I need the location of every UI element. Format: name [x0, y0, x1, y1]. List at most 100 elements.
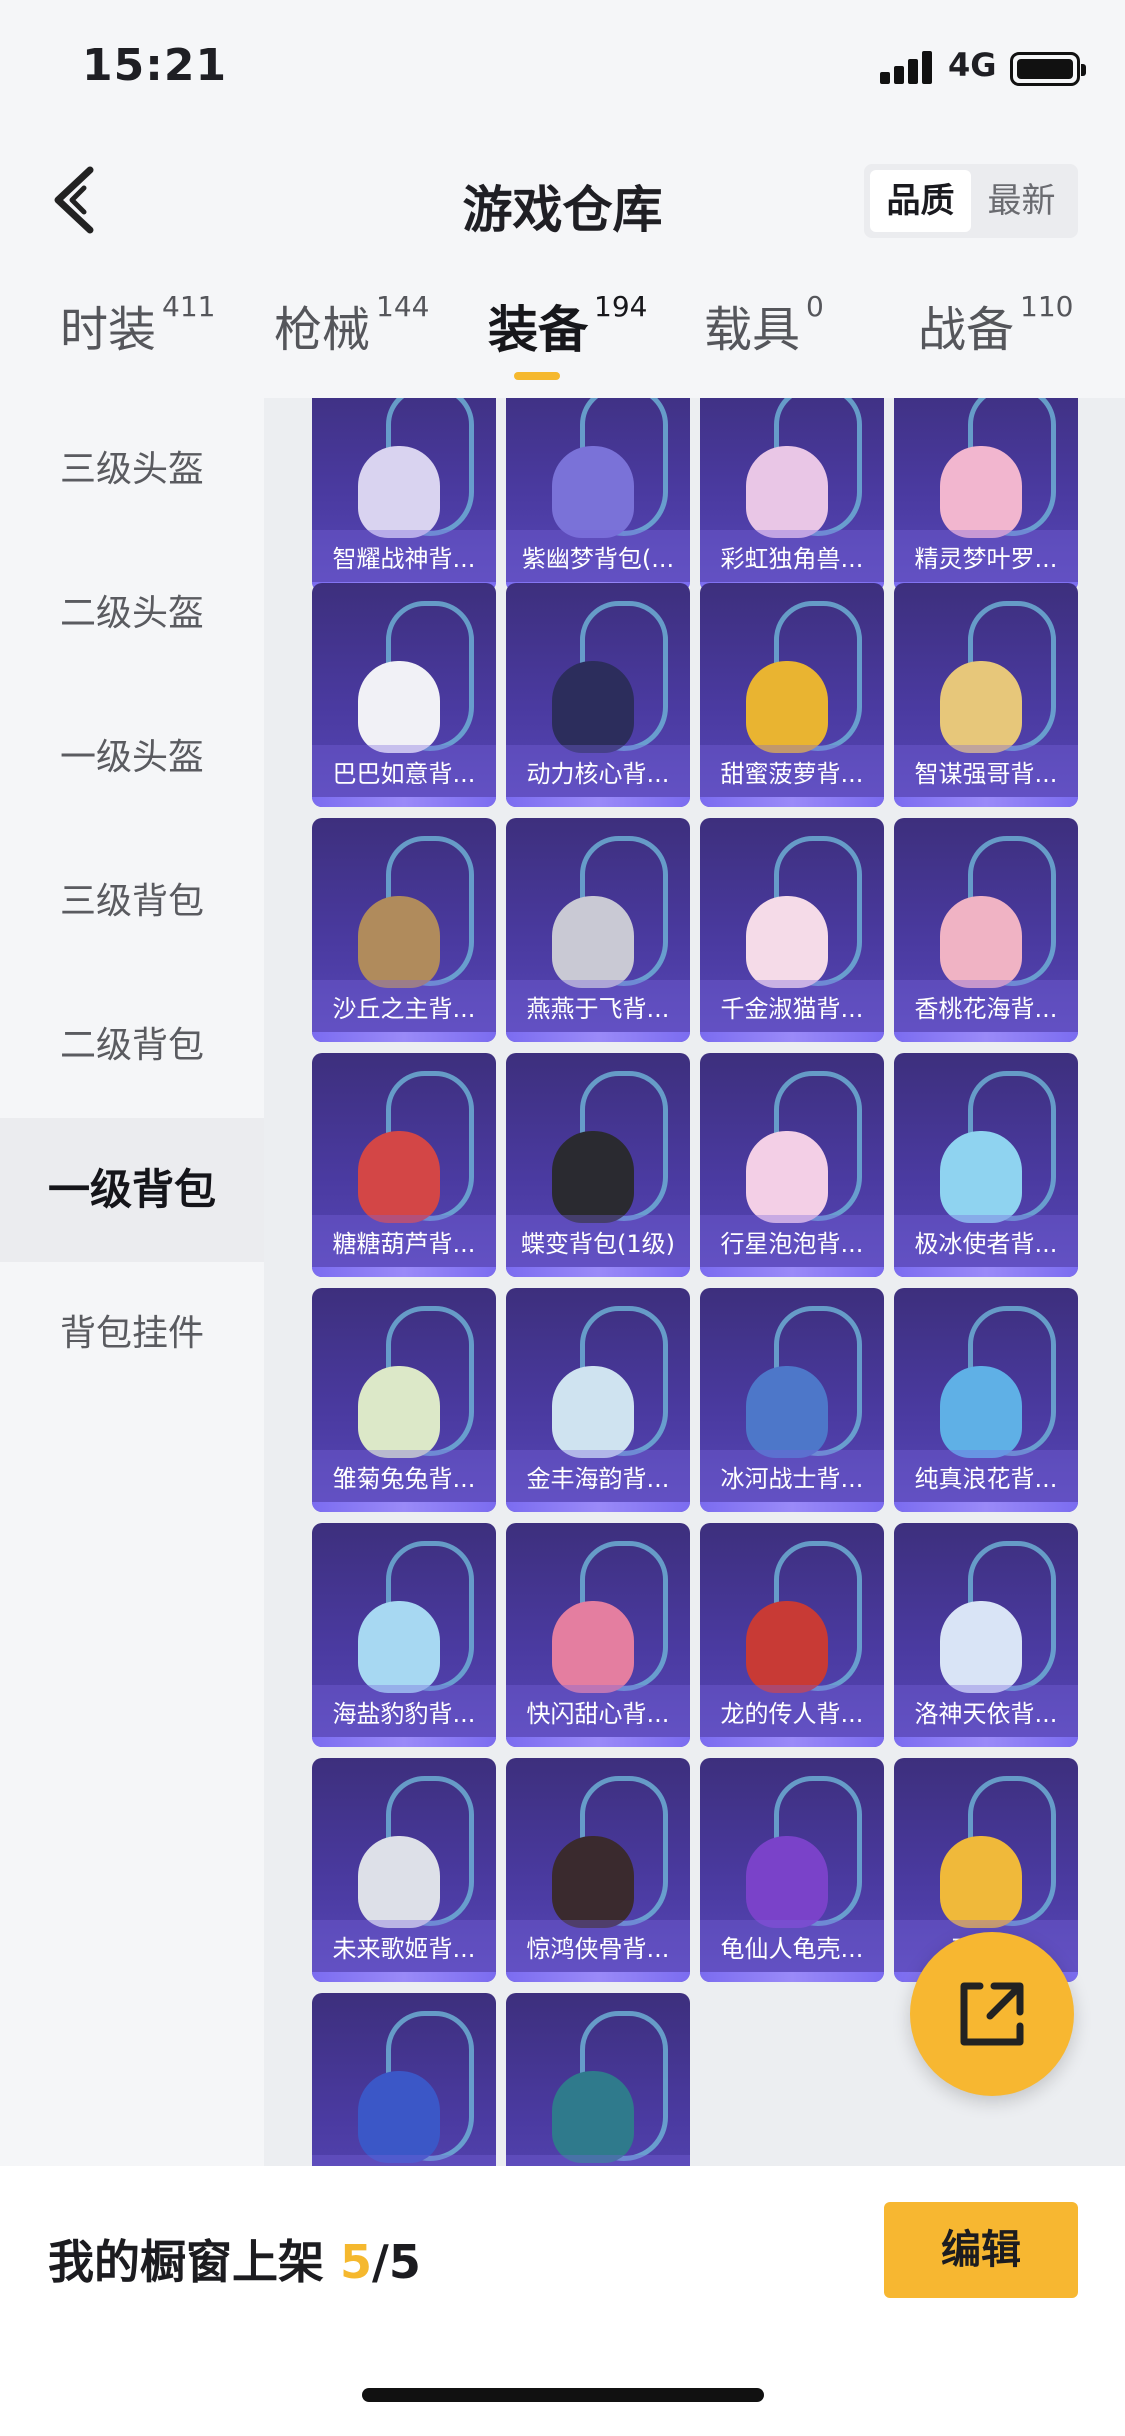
backpack-icon	[940, 1601, 1022, 1693]
tab-label: 装备	[488, 301, 588, 359]
item-card[interactable]: 惊鸿侠骨背...	[506, 1758, 690, 1982]
rarity-bar	[894, 1737, 1078, 1747]
tab-vehicles[interactable]: 载具 0	[704, 290, 824, 360]
backpack-icon	[358, 661, 440, 753]
rarity-bar	[506, 797, 690, 807]
item-card[interactable]: 洛神天依背...	[894, 1523, 1078, 1747]
sort-quality[interactable]: 品质	[870, 170, 971, 232]
item-card[interactable]: 智耀战神背...	[312, 398, 496, 592]
rarity-bar	[506, 1267, 690, 1277]
header: 游戏仓库 品质 最新	[0, 140, 1125, 260]
item-card[interactable]: 快闪甜心背...	[506, 1523, 690, 1747]
backpack-icon	[746, 661, 828, 753]
item-name: 彩虹独角兽...	[720, 545, 864, 573]
item-card[interactable]: 未来歌姬背...	[312, 1758, 496, 1982]
rarity-bar	[312, 1737, 496, 1747]
item-name: 香桃花海背...	[914, 995, 1058, 1023]
rarity-bar	[894, 1267, 1078, 1277]
item-name: 精灵梦叶罗...	[914, 545, 1058, 573]
item-card[interactable]: 巴巴如意背...	[312, 583, 496, 807]
item-card[interactable]: 彩虹独角兽...	[700, 398, 884, 592]
backpack-icon	[552, 2071, 634, 2163]
rarity-bar	[312, 1032, 496, 1042]
item-card[interactable]: 甜蜜菠萝背...	[700, 583, 884, 807]
backpack-icon	[358, 1601, 440, 1693]
item-card[interactable]: 金丰海韵背...	[506, 1288, 690, 1512]
item-card[interactable]: 海盐豹豹背...	[312, 1523, 496, 1747]
item-card[interactable]	[506, 1993, 690, 2168]
item-name: 沙丘之主背...	[332, 995, 476, 1023]
tab-fashion[interactable]: 时装 411	[60, 290, 215, 360]
item-card[interactable]: 极冰使者背...	[894, 1053, 1078, 1277]
tab-count: 0	[806, 290, 824, 323]
item-card[interactable]: 智谋强哥背...	[894, 583, 1078, 807]
item-card[interactable]: 龟仙人龟壳...	[700, 1758, 884, 1982]
item-card[interactable]: 燕燕于飞背...	[506, 818, 690, 1042]
tab-weapons[interactable]: 枪械 144	[274, 290, 429, 360]
tab-equipment[interactable]: 装备 194	[488, 290, 647, 362]
sidebar-item-backpack-charm[interactable]: 背包挂件	[0, 1262, 264, 1406]
item-card[interactable]: 纯真浪花背...	[894, 1288, 1078, 1512]
item-name: 千金淑猫背...	[720, 995, 864, 1023]
item-card[interactable]: 千金淑猫背...	[700, 818, 884, 1042]
share-button[interactable]	[910, 1932, 1074, 2096]
backpack-icon	[552, 1836, 634, 1928]
sidebar-item-backpack-2[interactable]: 二级背包	[0, 974, 264, 1118]
rarity-bar	[700, 1972, 884, 1982]
sidebar-item-helmet-3[interactable]: 三级头盔	[0, 398, 264, 542]
rarity-bar	[506, 1502, 690, 1512]
item-name: 糖糖葫芦背...	[332, 1230, 476, 1258]
backpack-icon	[358, 1836, 440, 1928]
item-card[interactable]: 精灵梦叶罗...	[894, 398, 1078, 592]
edit-button[interactable]: 编辑	[884, 2202, 1078, 2298]
network-type: 4G	[948, 46, 997, 84]
backpack-icon	[746, 1601, 828, 1693]
sidebar-item-helmet-2[interactable]: 二级头盔	[0, 542, 264, 686]
signal-icon	[880, 50, 936, 84]
item-card[interactable]: 蝶变背包(1级)	[506, 1053, 690, 1277]
backpack-icon	[358, 1366, 440, 1458]
rarity-bar	[894, 1032, 1078, 1042]
item-name: 甜蜜菠萝背...	[720, 760, 864, 788]
item-card[interactable]: 动力核心背...	[506, 583, 690, 807]
tab-count: 144	[376, 290, 430, 323]
rarity-bar	[894, 1502, 1078, 1512]
external-link-icon	[960, 1982, 1024, 2046]
shelf-total: /5	[372, 2235, 421, 2289]
backpack-icon	[746, 1836, 828, 1928]
item-name: 快闪甜心背...	[526, 1700, 670, 1728]
shelf-status: 我的橱窗上架 5/5	[48, 2226, 421, 2292]
active-tab-indicator	[514, 372, 560, 380]
item-card[interactable]: 糖糖葫芦背...	[312, 1053, 496, 1277]
backpack-icon	[940, 1131, 1022, 1223]
item-card[interactable]	[312, 1993, 496, 2168]
shelf-current: 5	[340, 2235, 373, 2289]
item-name: 智耀战神背...	[332, 545, 476, 573]
item-card[interactable]: 沙丘之主背...	[312, 818, 496, 1042]
sidebar-item-backpack-3[interactable]: 三级背包	[0, 830, 264, 974]
sort-toggle: 品质 最新	[864, 164, 1078, 238]
backpack-icon	[552, 1131, 634, 1223]
item-card[interactable]: 香桃花海背...	[894, 818, 1078, 1042]
sidebar-item-helmet-1[interactable]: 一级头盔	[0, 686, 264, 830]
item-card[interactable]: 雏菊兔兔背...	[312, 1288, 496, 1512]
item-card[interactable]: 紫幽梦背包(...	[506, 398, 690, 592]
item-name: 未来歌姬背...	[332, 1935, 476, 1963]
item-name: 行星泡泡背...	[720, 1230, 864, 1258]
item-name: 巴巴如意背...	[332, 760, 476, 788]
bottom-bar: 我的橱窗上架 5/5 编辑	[0, 2166, 1125, 2436]
rarity-bar	[312, 1972, 496, 1982]
item-card[interactable]: 冰河战士背...	[700, 1288, 884, 1512]
status-bar: 15:21 4G	[0, 0, 1125, 132]
item-card[interactable]: 行星泡泡背...	[700, 1053, 884, 1277]
sidebar-item-backpack-1[interactable]: 一级背包	[0, 1118, 264, 1262]
item-name: 龙的传人背...	[720, 1700, 864, 1728]
sort-newest[interactable]: 最新	[971, 170, 1072, 232]
item-card[interactable]: 龙的传人背...	[700, 1523, 884, 1747]
rarity-bar	[894, 797, 1078, 807]
item-name: 惊鸿侠骨背...	[526, 1935, 670, 1963]
backpack-icon	[552, 1366, 634, 1458]
backpack-icon	[746, 1366, 828, 1458]
backpack-icon	[940, 896, 1022, 988]
tab-supplies[interactable]: 战备 110	[918, 290, 1073, 360]
